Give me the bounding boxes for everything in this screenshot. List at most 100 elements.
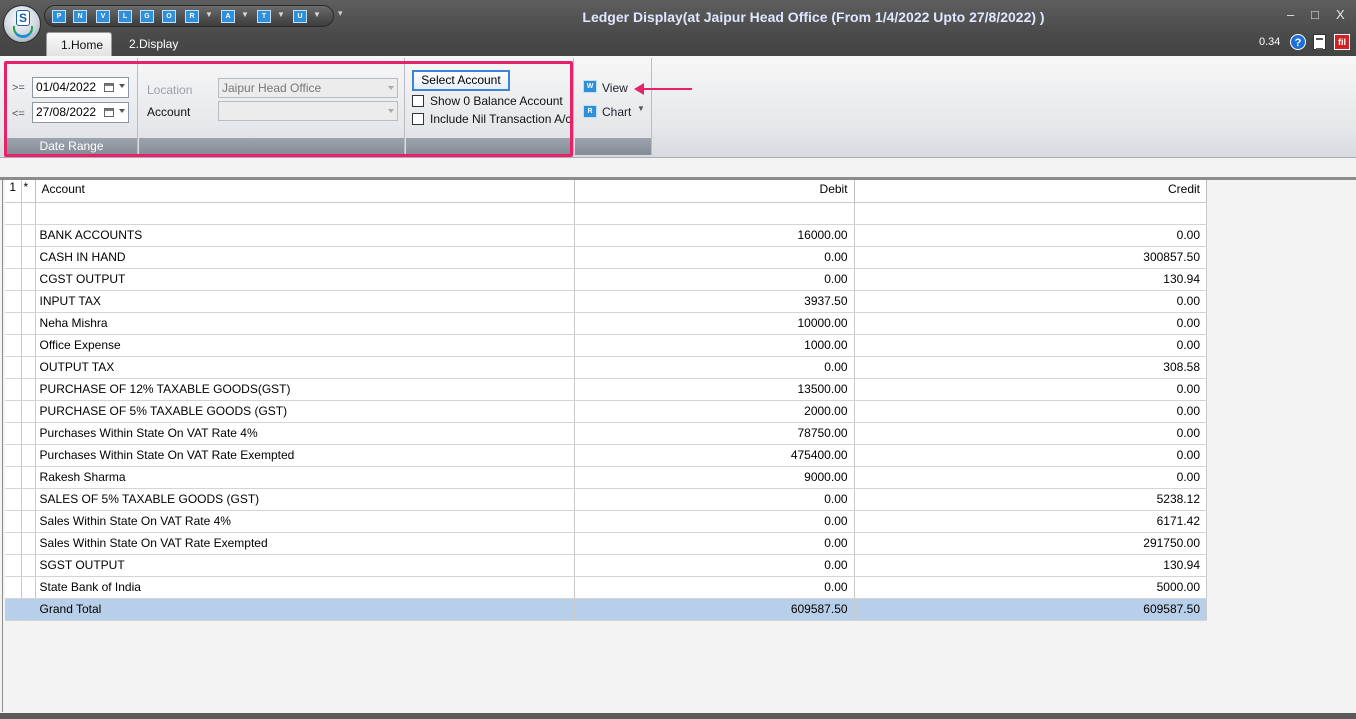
row-header-cell[interactable] — [5, 554, 22, 577]
row-star-cell[interactable] — [21, 444, 36, 467]
account-cell[interactable]: SALES OF 5% TAXABLE GOODS (GST) — [35, 488, 576, 511]
debit-cell[interactable]: 10000.00 — [574, 312, 855, 335]
row-star-cell[interactable] — [21, 312, 36, 335]
table-row[interactable]: Neha Mishra 10000.00 0.00 — [5, 312, 1208, 335]
credit-cell[interactable]: 0.00 — [854, 444, 1208, 467]
table-row[interactable]: SGST OUTPUT 0.00 130.94 — [5, 554, 1208, 577]
chart-icon[interactable]: R — [583, 105, 597, 118]
credit-cell[interactable]: 291750.00 — [854, 532, 1208, 555]
credit-cell[interactable]: 0.00 — [854, 224, 1208, 247]
account-cell[interactable]: PURCHASE OF 12% TAXABLE GOODS(GST) — [35, 378, 576, 401]
app-flag-icon[interactable]: fil — [1334, 34, 1350, 50]
credit-cell[interactable]: 308.58 — [854, 356, 1208, 379]
account-cell[interactable]: Purchases Within State On VAT Rate Exemp… — [35, 444, 576, 467]
row-star-cell[interactable] — [21, 576, 36, 599]
debit-cell[interactable]: 9000.00 — [574, 466, 855, 489]
account-cell[interactable]: Rakesh Sharma — [35, 466, 576, 489]
row-header-cell[interactable] — [5, 598, 22, 621]
tab-home[interactable]: 1.Home — [46, 32, 112, 56]
credit-cell[interactable]: 0.00 — [854, 378, 1208, 401]
debit-cell[interactable]: 2000.00 — [574, 400, 855, 423]
row-header-cell[interactable] — [5, 400, 22, 423]
credit-cell[interactable]: 609587.50 — [854, 598, 1208, 621]
credit-cell[interactable]: 130.94 — [854, 554, 1208, 577]
row-header-cell[interactable] — [5, 488, 22, 511]
table-row[interactable]: CASH IN HAND 0.00 300857.50 — [5, 246, 1208, 269]
account-cell[interactable]: Sales Within State On VAT Rate 4% — [35, 510, 576, 533]
table-row[interactable]: Purchases Within State On VAT Rate 4% 787… — [5, 422, 1208, 445]
row-star-cell[interactable] — [21, 532, 36, 555]
row-number-header[interactable]: 1 — [5, 180, 22, 203]
account-cell[interactable]: Purchases Within State On VAT Rate 4% — [35, 422, 576, 445]
row-header-cell[interactable] — [5, 356, 22, 379]
row-star-cell[interactable] — [21, 422, 36, 445]
debit-cell[interactable]: 1000.00 — [574, 334, 855, 357]
filter-account-cell[interactable] — [35, 202, 576, 225]
account-cell[interactable]: CASH IN HAND — [35, 246, 576, 269]
row-star-cell[interactable] — [21, 598, 36, 621]
table-row[interactable]: CGST OUTPUT 0.00 130.94 — [5, 268, 1208, 291]
row-header-cell[interactable] — [5, 246, 22, 269]
credit-cell[interactable]: 6171.42 — [854, 510, 1208, 533]
account-column-header[interactable]: Account — [35, 180, 576, 203]
row-header-cell[interactable] — [5, 466, 22, 489]
table-row[interactable]: Sales Within State On VAT Rate 4% 0.00 617… — [5, 510, 1208, 533]
tab-display[interactable]: 2.Display — [115, 32, 192, 56]
table-row[interactable]: PURCHASE OF 5% TAXABLE GOODS (GST) 2000.0… — [5, 400, 1208, 423]
row-star-cell[interactable] — [21, 290, 36, 313]
debit-column-header[interactable]: Debit — [574, 180, 855, 203]
debit-cell[interactable]: 475400.00 — [574, 444, 855, 467]
account-cell[interactable]: SGST OUTPUT — [35, 554, 576, 577]
account-cell[interactable]: CGST OUTPUT — [35, 268, 576, 291]
close-button[interactable]: X — [1336, 7, 1345, 22]
account-cell[interactable]: BANK ACCOUNTS — [35, 224, 576, 247]
minimize-button[interactable]: – — [1287, 7, 1294, 22]
row-header-cell[interactable] — [5, 334, 22, 357]
row-star-cell[interactable] — [21, 488, 36, 511]
debit-cell[interactable]: 78750.00 — [574, 422, 855, 445]
filter-row[interactable] — [5, 202, 1208, 225]
account-cell[interactable]: Office Expense — [35, 334, 576, 357]
table-row[interactable]: Office Expense 1000.00 0.00 — [5, 334, 1208, 357]
filter-credit-cell[interactable] — [854, 202, 1208, 225]
ledger-table[interactable]: 1 * Account Debit Credit BANK ACCOUNTS 16… — [5, 180, 1208, 621]
account-cell[interactable]: PURCHASE OF 5% TAXABLE GOODS (GST) — [35, 400, 576, 423]
account-cell[interactable]: Grand Total — [35, 598, 576, 621]
table-row[interactable]: Purchases Within State On VAT Rate Exemp… — [5, 444, 1208, 467]
row-header-cell[interactable] — [5, 532, 22, 555]
grand-total-row[interactable]: Grand Total 609587.50 609587.50 — [5, 598, 1208, 621]
row-star-cell[interactable] — [21, 466, 36, 489]
help-icon[interactable]: ? — [1290, 34, 1306, 50]
account-cell[interactable]: OUTPUT TAX — [35, 356, 576, 379]
table-row[interactable]: OUTPUT TAX 0.00 308.58 — [5, 356, 1208, 379]
row-header-cell[interactable] — [5, 444, 22, 467]
filter-debit-cell[interactable] — [574, 202, 855, 225]
debit-cell[interactable]: 0.00 — [574, 510, 855, 533]
star-header[interactable]: * — [21, 180, 36, 203]
credit-cell[interactable]: 0.00 — [854, 422, 1208, 445]
debit-cell[interactable]: 0.00 — [574, 356, 855, 379]
row-star-cell[interactable] — [21, 554, 36, 577]
credit-cell[interactable]: 5238.12 — [854, 488, 1208, 511]
row-star-cell[interactable] — [21, 246, 36, 269]
credit-column-header[interactable]: Credit — [854, 180, 1208, 203]
row-star-cell[interactable] — [21, 224, 36, 247]
debit-cell[interactable]: 3937.50 — [574, 290, 855, 313]
debit-cell[interactable]: 0.00 — [574, 268, 855, 291]
row-header-cell[interactable] — [5, 422, 22, 445]
view-icon[interactable]: W — [583, 80, 597, 93]
credit-cell[interactable]: 300857.50 — [854, 246, 1208, 269]
row-header-cell[interactable] — [5, 312, 22, 335]
row-star-cell[interactable] — [21, 400, 36, 423]
account-cell[interactable]: INPUT TAX — [35, 290, 576, 313]
row-star-cell[interactable] — [21, 510, 36, 533]
credit-cell[interactable]: 130.94 — [854, 268, 1208, 291]
row-header-cell[interactable] — [5, 378, 22, 401]
debit-cell[interactable]: 13500.00 — [574, 378, 855, 401]
debit-cell[interactable]: 0.00 — [574, 554, 855, 577]
table-row[interactable]: Rakesh Sharma 9000.00 0.00 — [5, 466, 1208, 489]
table-row[interactable]: State Bank of India 0.00 5000.00 — [5, 576, 1208, 599]
document-icon[interactable] — [1313, 34, 1326, 50]
debit-cell[interactable]: 0.00 — [574, 576, 855, 599]
credit-cell[interactable]: 5000.00 — [854, 576, 1208, 599]
